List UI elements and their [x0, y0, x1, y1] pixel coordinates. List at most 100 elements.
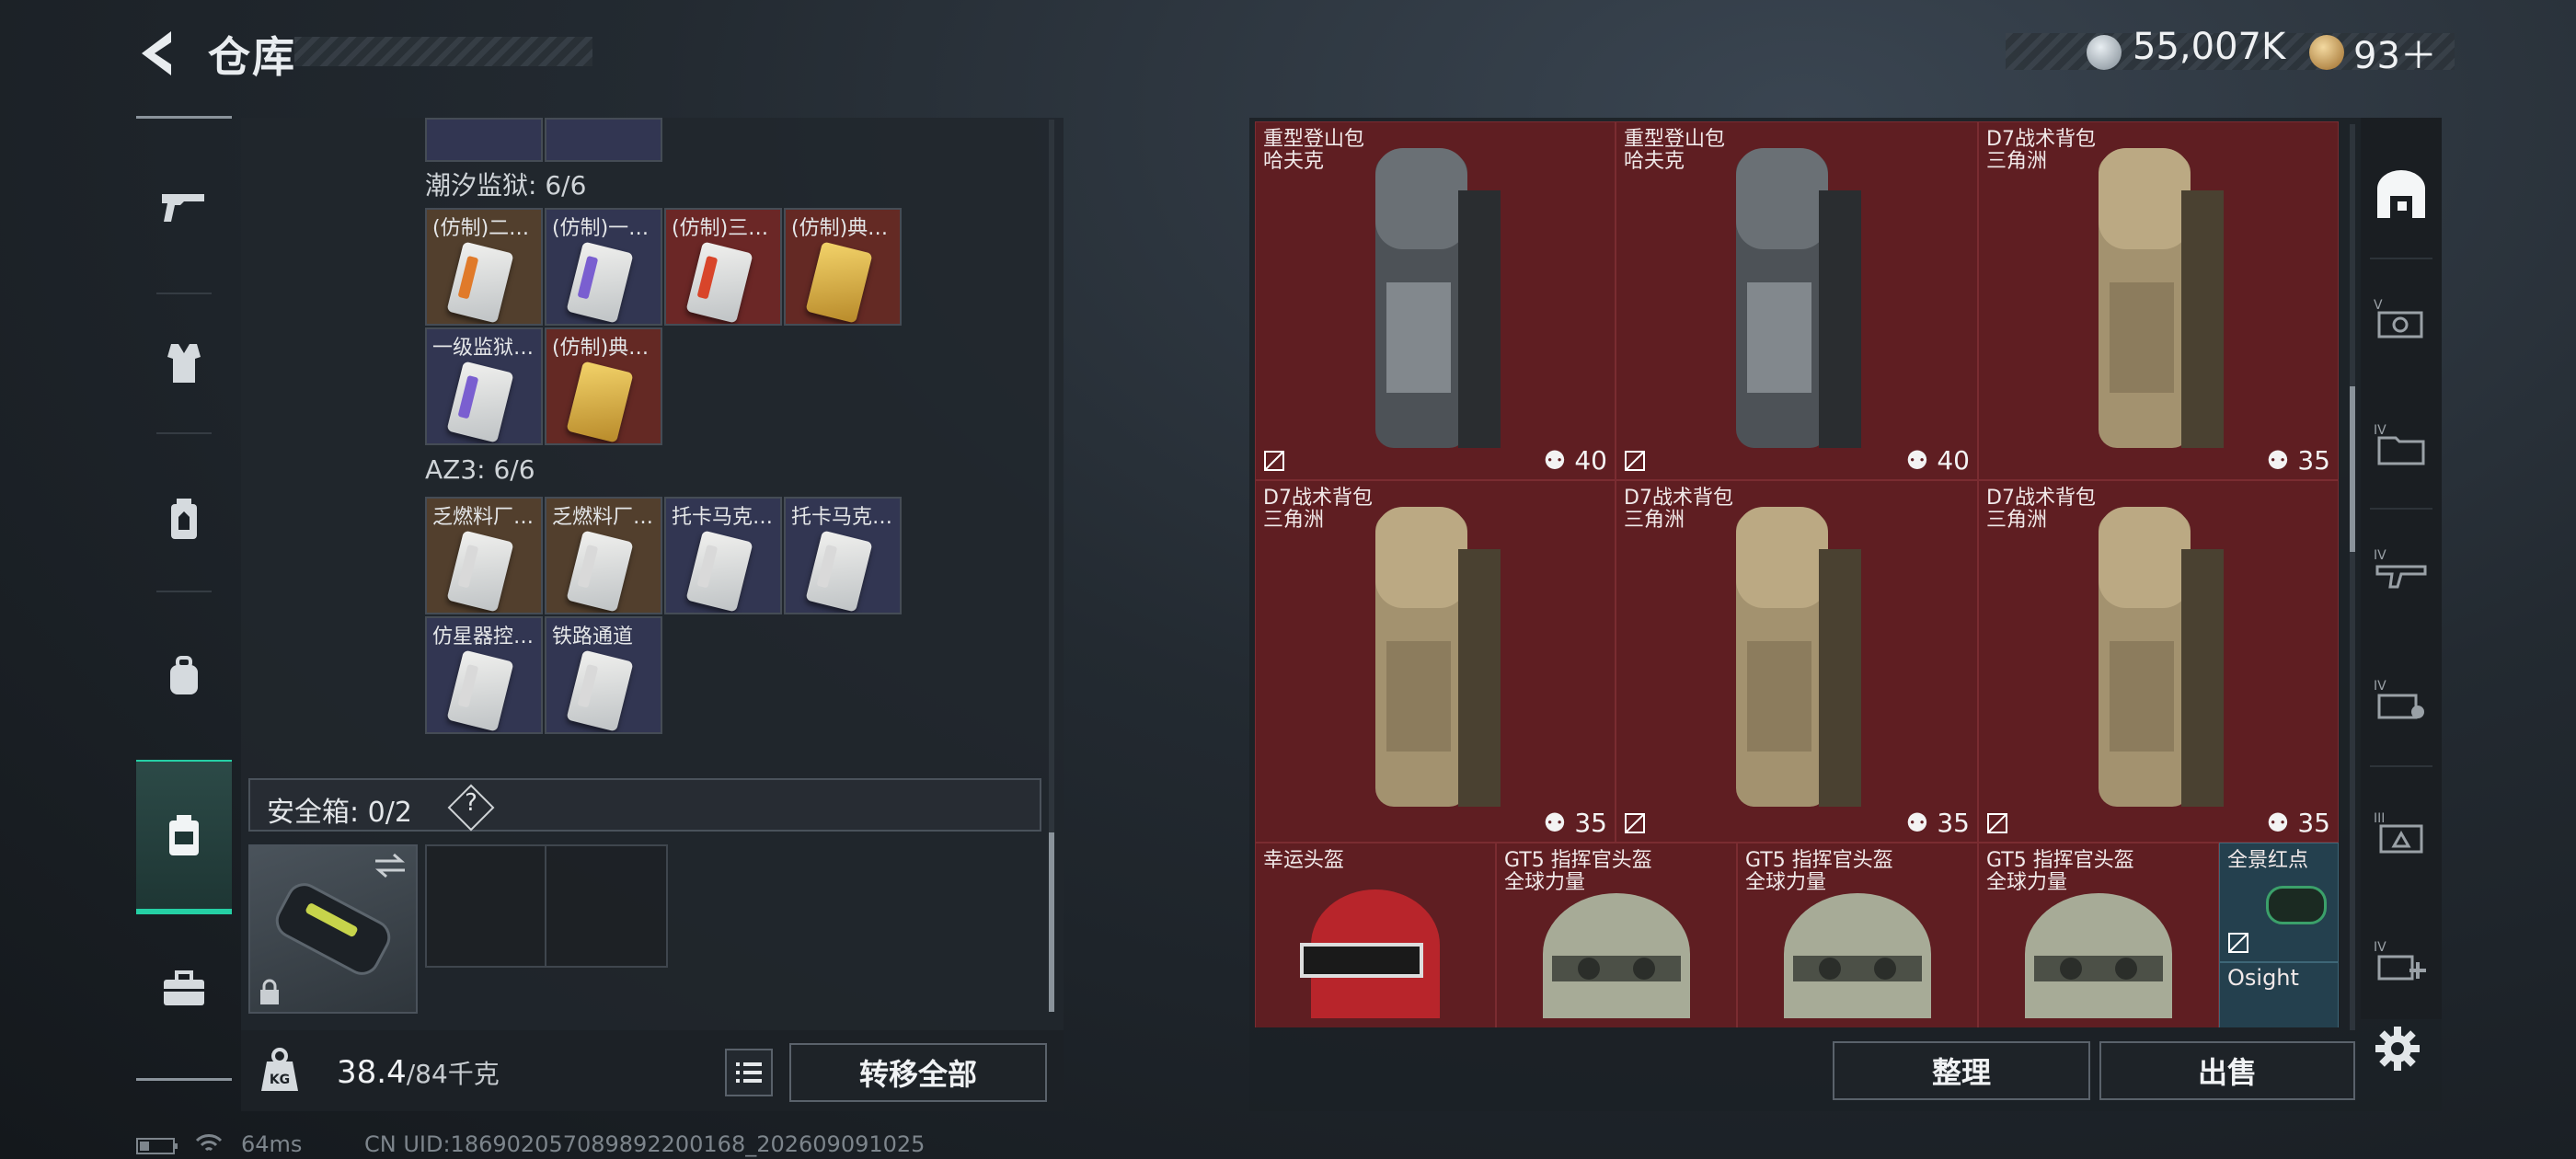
silver-coin-icon [2087, 35, 2122, 70]
tab-v[interactable]: V [2361, 259, 2442, 379]
item-cell[interactable] [425, 118, 543, 162]
section-label-az3: AZ3: 6/6 [425, 454, 535, 485]
divider [156, 432, 212, 434]
gear-icon[interactable] [2374, 1025, 2421, 1076]
sort-button[interactable]: 整理 [1833, 1041, 2090, 1100]
scrollbar-thumb[interactable] [2350, 386, 2355, 552]
svg-text:KG: KG [270, 1073, 290, 1087]
backpack-image [1727, 494, 1865, 816]
sidebar-weapon[interactable] [136, 138, 232, 276]
tab-iii-electronics[interactable]: III [2361, 773, 2442, 892]
backpack-item[interactable]: D7战术背包 三角洲 ⚉ 35 [1978, 121, 2339, 480]
keycard-item[interactable]: (仿制)典… [545, 327, 662, 445]
backpack-image [1727, 135, 1865, 457]
scrollbar[interactable] [2350, 124, 2355, 1030]
tools-icon: IV [2374, 679, 2424, 719]
back-icon[interactable] [134, 28, 180, 79]
page-title: 仓库 [208, 32, 296, 82]
helmet-item[interactable]: 幸运头盔 [1255, 843, 1496, 1027]
helmet-image [1775, 880, 1940, 1018]
uid-readout: CN UID:1869020570898922001​68_2026090910… [364, 1131, 926, 1157]
sidebar-backpack[interactable] [136, 607, 232, 745]
currency-gold[interactable]: 93＋ [2353, 26, 2437, 79]
keycard-item[interactable]: (仿制)二… [425, 208, 543, 326]
helmet-image [2016, 880, 2181, 1018]
backpack-item[interactable]: D7战术背包 三角洲 ⚉ 35 [1616, 480, 1978, 843]
weight-icon: KG [258, 1045, 302, 1095]
tab-iv-folder[interactable]: IV [2361, 384, 2442, 504]
no-trade-icon [2227, 932, 2249, 954]
backpack-item[interactable]: 重型登山包 哈夫克 ⚉ 40 [1255, 121, 1616, 480]
keycard-item[interactable]: 仿星器控… [425, 616, 543, 734]
capacity-label: ⚉ 40 [1905, 445, 1970, 476]
tab-all[interactable] [2361, 134, 2442, 254]
sidebar-briefcase[interactable] [136, 920, 232, 1058]
safe-box-empty-slot[interactable] [425, 844, 668, 968]
sidebar-top-line [136, 116, 232, 119]
svg-text:III: III [2374, 811, 2385, 826]
no-trade-icon [1263, 450, 1285, 472]
tab-iv-tools[interactable]: IV [2361, 640, 2442, 760]
backpack-item[interactable]: D7战术背包 三角洲 ⚉ 35 [1978, 480, 2339, 843]
no-trade-icon [1624, 450, 1646, 472]
helmet-item[interactable]: GT5 指挥官头盔 全球力量 [1737, 843, 1978, 1027]
gun-icon [162, 194, 204, 222]
briefcase-icon [164, 970, 204, 1005]
list-icon [736, 1062, 762, 1083]
sidebar-safe-box[interactable] [136, 760, 232, 914]
helmet-image [1534, 880, 1699, 1018]
lock-icon [258, 979, 282, 1010]
keycard-item[interactable]: 托卡马克… [664, 497, 782, 614]
keycard-item[interactable]: 托卡马克… [784, 497, 902, 614]
backpack-image [2089, 494, 2227, 816]
backpack-image [1366, 494, 1504, 816]
keycard-item[interactable]: (仿制)典… [784, 208, 902, 326]
sight-item[interactable]: Osight [2219, 962, 2339, 1027]
helmet-item[interactable]: GT5 指挥官头盔 全球力量 [1496, 843, 1737, 1027]
rig-icon [171, 499, 197, 539]
swap-icon[interactable] [372, 852, 408, 883]
section-label-prison: 潮汐监狱: 6/6 [425, 170, 587, 201]
safe-box-icon [169, 815, 199, 855]
keycard-item[interactable]: (仿制)一… [545, 208, 662, 326]
scrollbar-thumb[interactable] [1049, 832, 1054, 1012]
helmet-item[interactable]: GT5 指挥官头盔 全球力量 [1978, 843, 2219, 1027]
title-decoration [294, 37, 592, 66]
sight-item[interactable]: 全景红点 [2219, 843, 2339, 962]
capacity-label: ⚉ 35 [2266, 445, 2330, 476]
sell-button[interactable]: 出售 [2099, 1041, 2355, 1100]
keycard-item[interactable]: (仿制)三… [664, 208, 782, 326]
keycard-item[interactable]: 乏燃料厂… [545, 497, 662, 614]
medical-icon: IV [2374, 940, 2426, 981]
keycard-item[interactable]: 铁路通道 [545, 616, 662, 734]
svg-text:IV: IV [2374, 548, 2386, 563]
gold-coin-icon [2309, 35, 2344, 70]
helmet-image [1293, 880, 1458, 1018]
electronics-icon: III [2374, 811, 2423, 854]
tab-iv-medical[interactable]: IV [2361, 901, 2442, 1021]
weapon-part-icon: IV [2374, 548, 2427, 589]
safe-box-label: 安全箱: 0/2 [267, 797, 412, 829]
sight-image [2266, 886, 2327, 924]
capacity-label: ⚉ 40 [1543, 445, 1607, 476]
backpack-item[interactable]: 重型登山包 哈夫克 ⚉ 40 [1616, 121, 1978, 480]
keycard-item[interactable]: 乏燃料厂… [425, 497, 543, 614]
capacity-label: ⚉ 35 [2266, 808, 2330, 838]
keycard-item[interactable]: 一级监狱… [425, 327, 543, 445]
wifi-icon [195, 1133, 223, 1159]
no-trade-icon [1624, 812, 1646, 834]
divider [156, 591, 212, 592]
transfer-all-button[interactable]: 转移全部 [789, 1043, 1047, 1102]
tab-iv-weapon[interactable]: IV [2361, 510, 2442, 629]
sidebar-armor[interactable] [136, 294, 232, 432]
backpack-image [1366, 135, 1504, 457]
list-button[interactable] [725, 1049, 773, 1096]
stash-icon [2377, 170, 2425, 218]
currency-silver: 55,007K [2133, 26, 2286, 68]
item-cell[interactable] [545, 118, 662, 162]
divider [2370, 765, 2432, 767]
sidebar-bottom-line [136, 1078, 232, 1081]
sidebar-chest-rig[interactable] [136, 451, 232, 589]
svg-text:IV: IV [2374, 940, 2386, 955]
backpack-item[interactable]: D7战术背包 三角洲 ⚉ 35 [1255, 480, 1616, 843]
